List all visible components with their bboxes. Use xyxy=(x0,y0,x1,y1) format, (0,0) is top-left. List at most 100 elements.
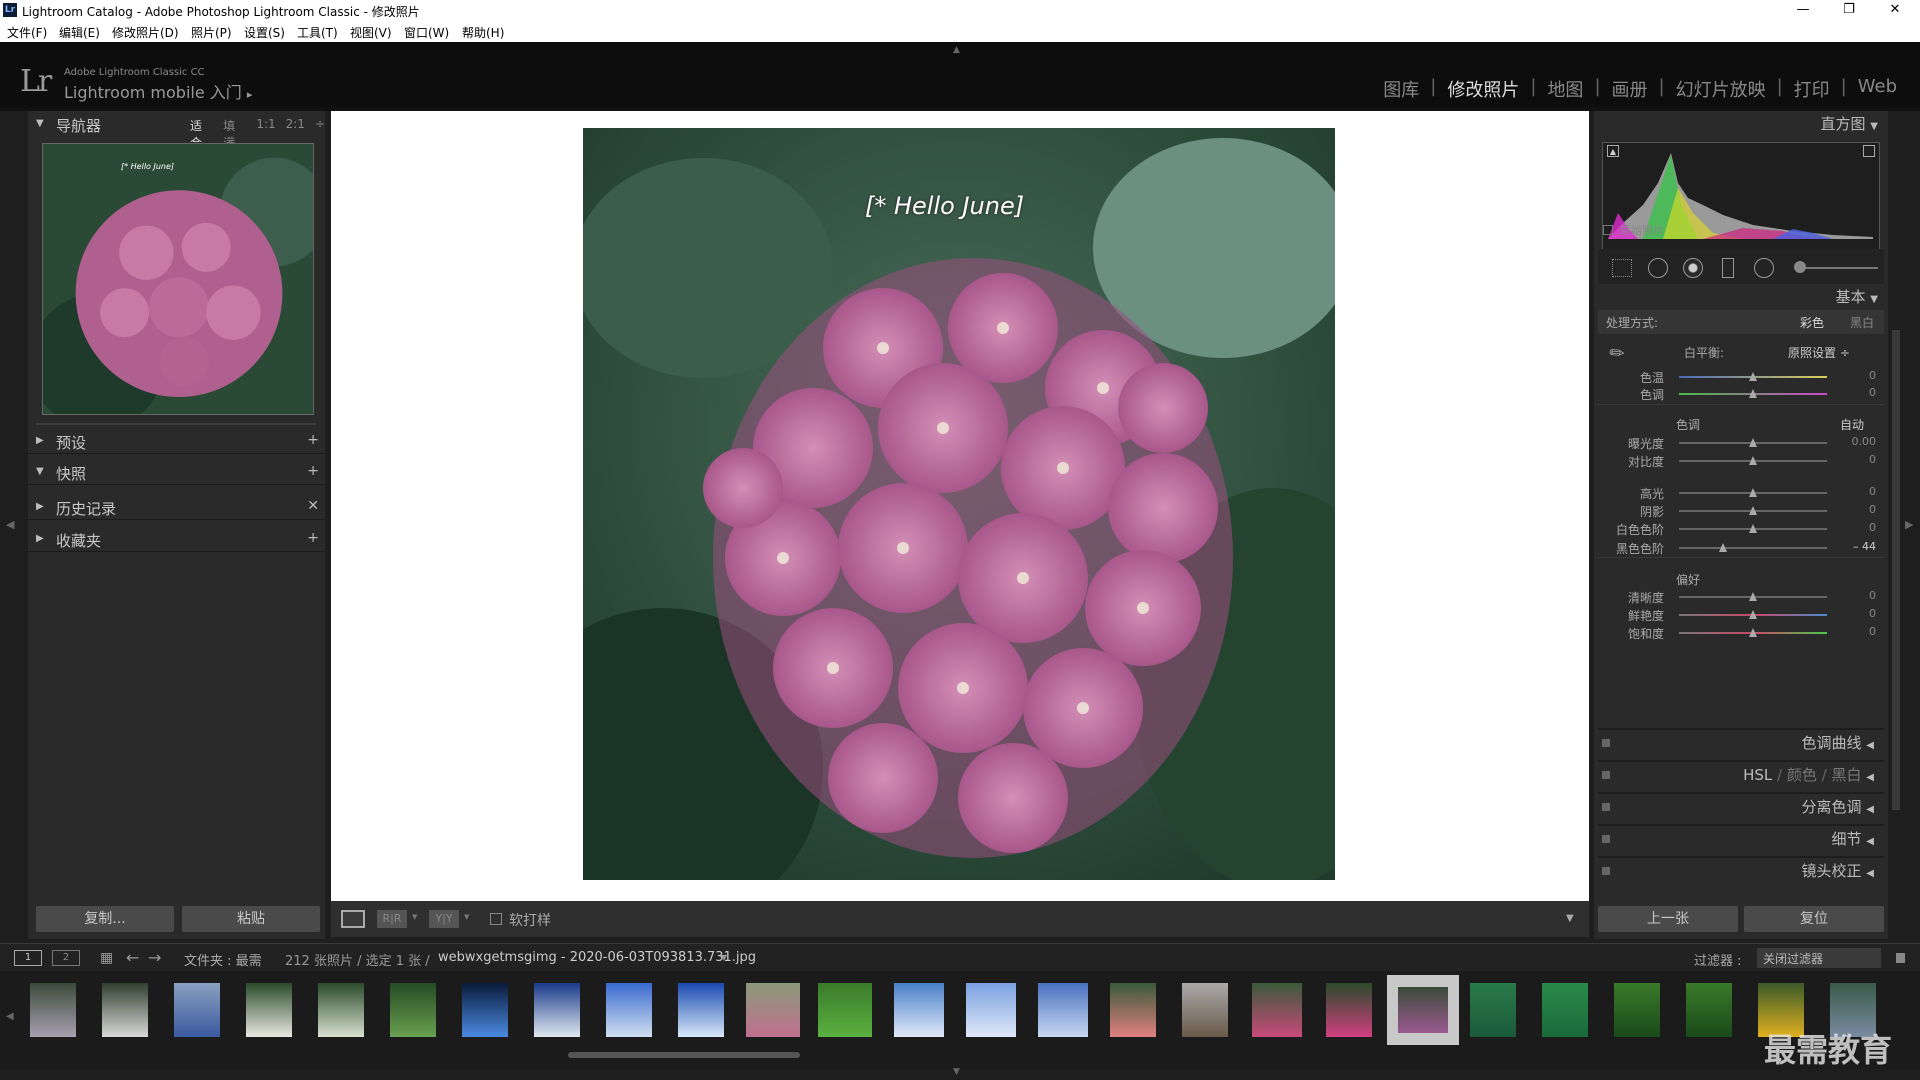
tone-curve-toggle[interactable] xyxy=(1602,739,1610,747)
temp-value[interactable]: 0 xyxy=(1869,369,1876,382)
split-tone-toggle[interactable] xyxy=(1602,803,1610,811)
previous-button[interactable]: 上一张 xyxy=(1598,906,1738,932)
clarity-value[interactable]: 0 xyxy=(1869,589,1876,602)
filmstrip-thumb[interactable] xyxy=(318,983,364,1037)
add-snapshot-icon[interactable]: + xyxy=(307,463,319,479)
graduated-filter-icon[interactable] xyxy=(1722,258,1734,278)
exposure-knob[interactable] xyxy=(1749,438,1757,447)
basic-header[interactable]: 基本 ▼ xyxy=(1594,284,1888,310)
hsl-header[interactable]: HSL / 颜色 / 黑白 ◀ xyxy=(1598,760,1884,786)
screen-1-button[interactable]: 1 xyxy=(14,950,42,966)
module-slideshow[interactable]: 幻灯片放映 xyxy=(1665,76,1777,102)
filmstrip-thumb[interactable] xyxy=(818,983,872,1037)
loupe-view-icon[interactable] xyxy=(341,910,365,928)
saturation-knob[interactable] xyxy=(1749,628,1757,637)
tint-knob[interactable] xyxy=(1749,389,1757,398)
collapse-top-icon[interactable]: ▲ xyxy=(953,45,960,55)
navigator-preview[interactable]: [* Hello June] xyxy=(42,143,314,415)
brand-line2[interactable]: Lightroom mobile 入门 ▸ xyxy=(64,79,252,103)
wb-eyedropper-icon[interactable]: ✎ xyxy=(1605,341,1630,367)
contrast-value[interactable]: 0 xyxy=(1869,453,1876,466)
menu-edit[interactable]: 编辑(E) xyxy=(59,24,100,41)
before-after-lr-dropdown-icon[interactable]: ▼ xyxy=(412,913,417,921)
before-after-tb-dropdown-icon[interactable]: ▼ xyxy=(464,913,469,921)
brush-slider[interactable] xyxy=(1796,267,1878,269)
filmstrip-thumb-selected[interactable] xyxy=(1398,987,1448,1033)
original-photo-checkbox[interactable] xyxy=(1603,225,1613,235)
filmstrip-thumb[interactable] xyxy=(1182,983,1228,1037)
tone-curve-header[interactable]: 色调曲线 ◀ xyxy=(1598,728,1884,754)
crop-tool-icon[interactable] xyxy=(1612,259,1632,277)
filmstrip-thumb[interactable] xyxy=(1470,983,1516,1037)
highlights-value[interactable]: 0 xyxy=(1869,485,1876,498)
lens-header[interactable]: 镜头校正 ◀ xyxy=(1598,856,1884,882)
saturation-slider[interactable] xyxy=(1679,628,1827,637)
tint-slider[interactable] xyxy=(1679,389,1827,398)
add-collection-icon[interactable]: + xyxy=(307,530,319,546)
filmstrip-thumb[interactable] xyxy=(966,983,1016,1037)
folder-label[interactable]: 文件夹 : 最需 xyxy=(184,950,262,969)
softproof-checkbox[interactable] xyxy=(490,913,502,925)
filmstrip-thumb[interactable] xyxy=(390,983,436,1037)
radial-filter-icon[interactable] xyxy=(1754,258,1774,278)
collapse-bottom-icon[interactable]: ▼ xyxy=(953,1067,960,1077)
filmstrip-thumb[interactable] xyxy=(1326,983,1372,1037)
forward-icon[interactable]: → xyxy=(148,948,161,967)
filename-label[interactable]: webwxgetmsgimg - 2020-06-03T093813.731.j… xyxy=(438,950,756,965)
menu-settings[interactable]: 设置(S) xyxy=(244,24,285,41)
detail-toggle[interactable] xyxy=(1602,835,1610,843)
saturation-value[interactable]: 0 xyxy=(1869,625,1876,638)
red-eye-icon[interactable] xyxy=(1683,258,1703,278)
filmstrip-scrollbar[interactable] xyxy=(568,1052,800,1058)
filmstrip-thumb[interactable] xyxy=(102,983,148,1037)
highlight-clip-icon[interactable] xyxy=(1863,145,1875,157)
clear-history-icon[interactable]: ✕ xyxy=(307,498,319,514)
filmstrip-thumb[interactable] xyxy=(1110,983,1156,1037)
contrast-knob[interactable] xyxy=(1749,456,1757,465)
adjustment-brush-icon[interactable] xyxy=(1794,261,1806,273)
module-library[interactable]: 图库 xyxy=(1372,76,1430,102)
presets-panel[interactable]: ▶ 预设 + xyxy=(28,428,325,454)
vibrance-knob[interactable] xyxy=(1749,610,1757,619)
filmstrip-thumb[interactable] xyxy=(1252,983,1302,1037)
whites-knob[interactable] xyxy=(1749,524,1757,533)
menu-tools[interactable]: 工具(T) xyxy=(297,24,338,41)
menu-view[interactable]: 视图(V) xyxy=(350,24,392,41)
histogram-header[interactable]: 直方图 ▼ xyxy=(1594,111,1888,137)
menu-file[interactable]: 文件(F) xyxy=(7,24,47,41)
filename-dropdown-icon[interactable]: ▼ xyxy=(721,953,727,962)
screen-2-button[interactable]: 2 xyxy=(52,950,80,966)
filmstrip-thumb[interactable] xyxy=(30,983,76,1037)
filmstrip-thumb[interactable] xyxy=(246,983,292,1037)
filmstrip-thumb[interactable] xyxy=(746,983,800,1037)
module-print[interactable]: 打印 xyxy=(1783,76,1841,102)
module-book[interactable]: 画册 xyxy=(1601,76,1659,102)
detail-header[interactable]: 细节 ◀ xyxy=(1598,824,1884,850)
filmstrip-left-arrow-icon[interactable]: ◀ xyxy=(6,1011,14,1022)
close-button[interactable]: ✕ xyxy=(1872,0,1918,21)
shadows-knob[interactable] xyxy=(1749,506,1757,515)
filmstrip-thumb[interactable] xyxy=(462,983,508,1037)
snapshots-panel[interactable]: ▼ 快照 + xyxy=(28,459,325,485)
filmstrip-thumb[interactable] xyxy=(894,983,944,1037)
contrast-slider[interactable] xyxy=(1679,456,1827,465)
treatment-color[interactable]: 彩色 xyxy=(1800,314,1824,331)
collections-panel[interactable]: ▶ 收藏夹 + xyxy=(28,526,325,552)
navigator-header[interactable]: ▼ 导航器 适合 填满 1:1 2:1 ÷ xyxy=(28,111,325,150)
treatment-bw[interactable]: 黑白 xyxy=(1850,314,1874,331)
temp-knob[interactable] xyxy=(1749,372,1757,381)
tint-value[interactable]: 0 xyxy=(1869,386,1876,399)
vibrance-value[interactable]: 0 xyxy=(1869,607,1876,620)
menu-window[interactable]: 窗口(W) xyxy=(404,24,449,41)
filmstrip-thumb[interactable] xyxy=(678,983,724,1037)
menu-develop[interactable]: 修改照片(D) xyxy=(112,24,179,41)
filmstrip-thumb[interactable] xyxy=(534,983,580,1037)
menu-photo[interactable]: 照片(P) xyxy=(191,24,232,41)
filmstrip-thumb[interactable] xyxy=(1542,983,1588,1037)
filter-select[interactable]: 关闭过滤器 xyxy=(1757,948,1881,968)
clarity-slider[interactable] xyxy=(1679,592,1827,601)
filmstrip-thumb[interactable] xyxy=(1686,983,1732,1037)
right-panel-scrollbar[interactable] xyxy=(1892,330,1900,810)
collapse-left-icon[interactable]: ◀ xyxy=(6,518,14,531)
paste-button[interactable]: 粘贴 xyxy=(182,906,320,932)
